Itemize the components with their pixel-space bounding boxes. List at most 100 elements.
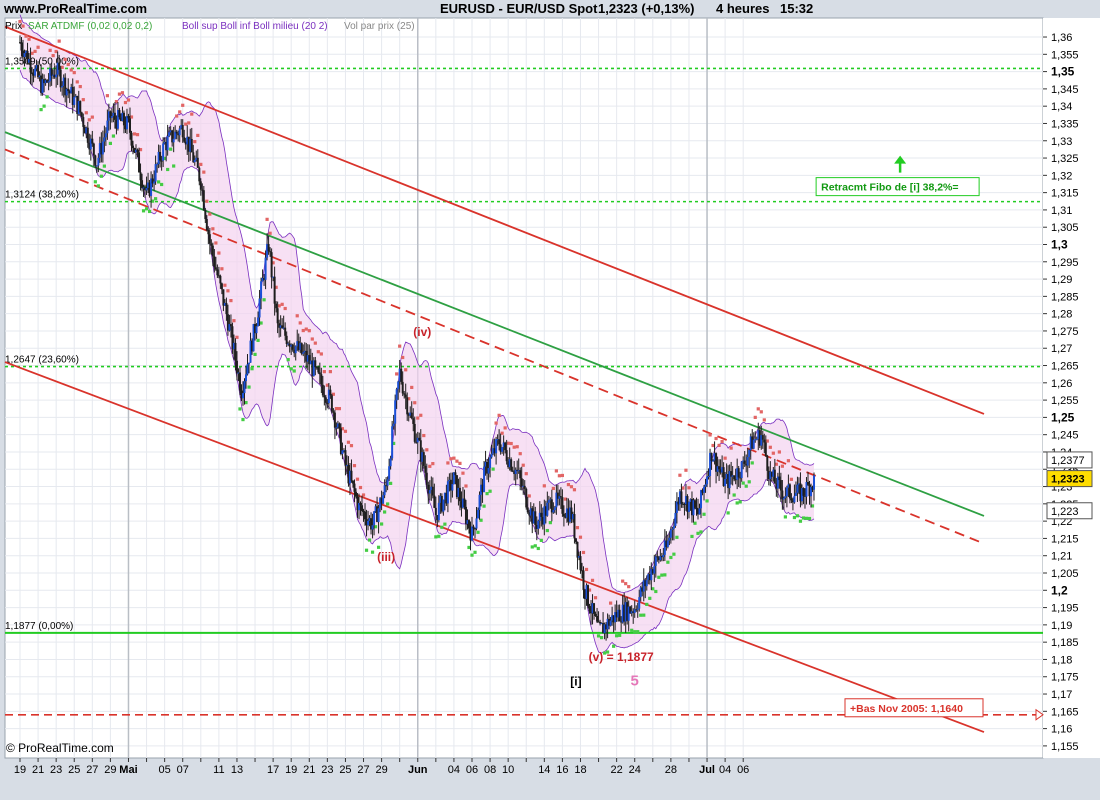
- sar-dot: [301, 328, 305, 333]
- sar-dot: [416, 416, 420, 420]
- y-tick-label: 1,255: [1051, 395, 1079, 407]
- candle-body: [323, 395, 326, 398]
- candle-body: [428, 490, 431, 494]
- sar-dot: [581, 550, 586, 555]
- candle-body: [34, 68, 37, 76]
- candle-body: [636, 608, 639, 610]
- y-tick-label: 1,355: [1051, 49, 1079, 61]
- candle-body: [442, 499, 445, 512]
- sar-dot: [172, 164, 176, 168]
- sar-dot: [615, 634, 619, 638]
- sar-dot: [470, 553, 474, 557]
- sar-dot: [99, 174, 103, 178]
- sar-dot: [642, 613, 646, 617]
- sar-dot: [485, 492, 489, 496]
- candle-body: [389, 458, 392, 467]
- sar-dot: [621, 579, 625, 583]
- sar-dot: [355, 477, 360, 481]
- x-tick-label: 04: [719, 764, 731, 776]
- candle-body: [806, 482, 809, 485]
- candle-body: [525, 488, 528, 508]
- sar-dot: [214, 241, 218, 245]
- candle-body: [431, 486, 434, 496]
- sar-dot: [256, 338, 260, 342]
- sar-dot: [232, 319, 236, 323]
- copyright-notice: © ProRealTime.com: [6, 741, 114, 755]
- sar-dot: [310, 337, 314, 341]
- candle-body: [353, 483, 356, 492]
- legend-sar[interactable]: SAR ATDMF (0,02 0,02 0,2): [28, 21, 152, 32]
- sar-dot: [175, 114, 179, 118]
- candle-body: [668, 537, 671, 541]
- x-tick-label: 05: [159, 764, 171, 776]
- price-label: 1,2377: [1051, 455, 1085, 467]
- candle-body: [291, 344, 294, 350]
- sar-dot: [190, 112, 194, 116]
- sar-dot: [72, 71, 76, 75]
- candle-body: [130, 132, 133, 146]
- candle-body: [437, 502, 440, 521]
- sar-dot: [422, 433, 426, 438]
- sar-dot: [494, 421, 498, 425]
- sar-dot: [518, 452, 522, 456]
- sar-dot: [437, 534, 441, 538]
- candle-body: [587, 585, 590, 607]
- y-tick-label: 1,34: [1051, 101, 1072, 113]
- candle-body: [790, 498, 793, 501]
- sar-dot: [202, 170, 206, 174]
- candle-body: [501, 447, 504, 452]
- sar-dot: [410, 385, 414, 390]
- candle-body: [95, 165, 98, 167]
- candle-body: [82, 117, 85, 127]
- candle-body: [269, 251, 272, 253]
- candle-body: [294, 346, 297, 354]
- sar-dot: [304, 327, 308, 331]
- sar-dot: [566, 482, 571, 487]
- sar-dot: [524, 472, 528, 476]
- candle-body: [391, 426, 394, 459]
- candle-body: [168, 132, 171, 137]
- candle-body: [183, 137, 186, 142]
- sar-dot: [395, 372, 399, 376]
- candle-body: [92, 143, 95, 156]
- legend-bollinger[interactable]: Boll sup Boll inf Boll milieu (20 2): [182, 21, 328, 32]
- sar-dot: [431, 462, 435, 466]
- candle-body: [139, 172, 142, 181]
- sar-dot: [199, 162, 203, 167]
- candle-body: [141, 180, 144, 189]
- candle-body: [37, 65, 40, 78]
- sar-dot: [117, 92, 122, 96]
- candle-body: [404, 394, 407, 398]
- candle-body: [707, 476, 710, 478]
- candle-body: [132, 145, 134, 149]
- candle-body: [687, 502, 690, 512]
- candle-body: [208, 234, 211, 244]
- sar-dot: [795, 514, 800, 518]
- candle-body: [264, 257, 267, 280]
- legend-price[interactable]: Prix: [5, 21, 22, 32]
- candle-body: [332, 411, 335, 413]
- candle-body: [782, 497, 785, 500]
- candle-body: [653, 565, 656, 574]
- x-axis: 19 21 23 25 27 29 Mai 05 07 11 13 17 19 21 23 25 27 29 Jun…: [14, 758, 749, 776]
- legend-volume-profile[interactable]: Vol par prix (25): [344, 21, 415, 32]
- sar-dot: [609, 601, 613, 605]
- candle-body: [698, 508, 701, 515]
- x-tick-label: 19: [285, 764, 297, 776]
- indicator-legend: Prix SAR ATDMF (0,02 0,02 0,2) Boll sup …: [5, 21, 415, 32]
- candle-body: [434, 507, 437, 516]
- sar-dot: [443, 522, 447, 526]
- candle-body: [377, 508, 380, 522]
- sar-dot: [157, 180, 161, 184]
- x-tick-label: 19: [14, 764, 26, 776]
- sar-dot: [241, 417, 245, 422]
- candle-body: [273, 276, 276, 304]
- sar-dot: [319, 352, 323, 356]
- sar-dot: [364, 548, 369, 552]
- candle-body: [504, 442, 507, 451]
- y-tick-label: 1,16: [1051, 724, 1072, 736]
- sar-dot: [57, 39, 61, 43]
- candle-body: [413, 423, 416, 442]
- candle-body: [478, 494, 481, 511]
- price-chart[interactable]: 1,3509 (50,00%)1,3124 (38,20%)1,2647 (23…: [0, 0, 1100, 800]
